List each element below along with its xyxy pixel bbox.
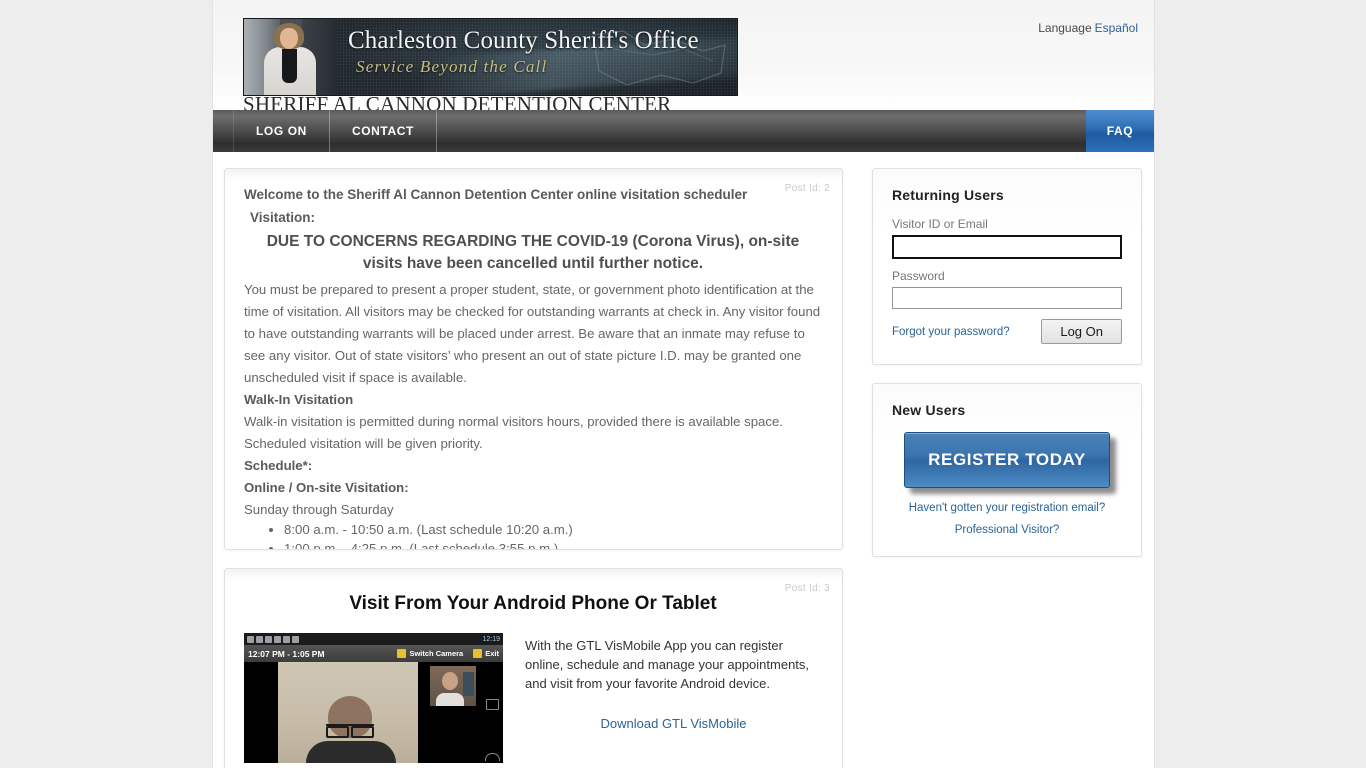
- phone-status-icons: [247, 635, 299, 643]
- password-label: Password: [892, 269, 945, 283]
- schedule-heading: Schedule*:: [244, 458, 313, 474]
- schedule-slot-list: 8:00 a.m. - 10:50 a.m. (Last schedule 10…: [244, 521, 822, 549]
- phone-video-area: [244, 662, 503, 763]
- exit-label: Exit: [485, 649, 499, 658]
- self-view-window: [463, 672, 474, 696]
- new-users-panel: New Users REGISTER TODAY Haven't gotten …: [872, 383, 1142, 557]
- returning-users-title: Returning Users: [892, 187, 1004, 203]
- post-id-label-3: Post Id: 3: [784, 583, 830, 594]
- page-container: Charleston County Sheriff's Office Servi…: [213, 0, 1154, 768]
- phone-action-buttons: Switch Camera Exit: [397, 649, 499, 658]
- sidebar-column: Returning Users Visitor ID or Email Pass…: [872, 168, 1142, 575]
- dnd-icon: [274, 635, 281, 643]
- body-columns: Post Id: 2 Welcome to the Sheriff Al Can…: [213, 152, 1154, 768]
- welcome-heading: Welcome to the Sheriff Al Cannon Detenti…: [244, 187, 748, 202]
- post-welcome-body: Welcome to the Sheriff Al Cannon Detenti…: [225, 181, 842, 549]
- phone-clock: 12:19: [482, 635, 500, 643]
- nav-item-contact[interactable]: CONTACT: [330, 110, 437, 152]
- android-copy-column: With the GTL VisMobile App you can regis…: [525, 633, 822, 731]
- password-input[interactable]: [892, 287, 1122, 309]
- language-label: Language: [1038, 21, 1092, 35]
- phone-session-bar: 12:07 PM - 1:05 PM Switch Camera Exit: [244, 645, 503, 662]
- android-post-columns: 12:19 12:07 PM - 1:05 PM Switch Camera E…: [244, 633, 822, 763]
- main-content-column: Post Id: 2 Welcome to the Sheriff Al Can…: [224, 168, 843, 768]
- camera-icon: [397, 649, 407, 658]
- new-users-title: New Users: [892, 402, 966, 418]
- forgot-password-link[interactable]: Forgot your password?: [892, 326, 1010, 338]
- exit-icon: [473, 649, 483, 658]
- nav-item-log-on[interactable]: LOG ON: [233, 110, 330, 152]
- phone-self-view: [429, 665, 477, 707]
- language-selector: Language Español: [1038, 21, 1138, 35]
- switch-camera-button: Switch Camera: [397, 649, 463, 658]
- agency-banner-image: Charleston County Sheriff's Office Servi…: [243, 18, 738, 96]
- registration-email-link[interactable]: Haven't gotten your registration email?: [892, 502, 1122, 514]
- download-vismobile-link[interactable]: Download GTL VisMobile: [525, 716, 822, 731]
- list-item: 8:00 a.m. - 10:50 a.m. (Last schedule 10…: [284, 521, 822, 540]
- returning-users-panel: Returning Users Visitor ID or Email Pass…: [872, 168, 1142, 365]
- login-actions-row: Forgot your password? Log On: [892, 319, 1122, 344]
- android-post-title: Visit From Your Android Phone Or Tablet: [349, 593, 717, 614]
- schedule-days: Sunday through Saturday: [244, 502, 394, 518]
- visitor-id-label: Visitor ID or Email: [892, 217, 988, 231]
- log-on-button[interactable]: Log On: [1041, 319, 1122, 344]
- walkin-visitation-text: Walk-in visitation is permitted during n…: [244, 414, 783, 452]
- post-android-panel: Post Id: 3 Visit From Your Android Phone…: [224, 568, 843, 768]
- visitor-id-input[interactable]: [892, 235, 1122, 259]
- self-view-torso: [436, 693, 464, 706]
- remote-person-shoulders: [306, 741, 396, 763]
- identification-paragraph: You must be prepared to present a proper…: [244, 281, 821, 386]
- portrait-face: [280, 28, 298, 49]
- register-today-button[interactable]: REGISTER TODAY: [904, 432, 1110, 488]
- sheriff-portrait-photo: [244, 19, 336, 95]
- panel-top-fade: [225, 569, 842, 581]
- register-button-wrap: REGISTER TODAY: [892, 432, 1122, 488]
- sim-icon: [247, 635, 254, 643]
- switch-camera-label: Switch Camera: [409, 649, 464, 658]
- post-welcome-panel: Post Id: 2 Welcome to the Sheriff Al Can…: [224, 168, 843, 550]
- phone-session-range: 12:07 PM - 1:05 PM: [248, 648, 325, 659]
- banner-title: Charleston County Sheriff's Office: [348, 27, 699, 54]
- android-description: With the GTL VisMobile App you can regis…: [525, 638, 810, 691]
- phone-status-bar: 12:19: [244, 633, 503, 645]
- nav-item-faq[interactable]: FAQ: [1086, 110, 1154, 152]
- screenshot-icon: [283, 635, 290, 643]
- online-onsite-heading: Online / On-site Visitation:: [244, 480, 409, 496]
- exit-button: Exit: [473, 649, 499, 658]
- image-icon: [256, 635, 263, 643]
- visitation-subheading: Visitation:: [250, 209, 316, 225]
- list-item: 1:00 p.m. - 4:25 p.m. (Last schedule 3:5…: [284, 540, 822, 549]
- post-id-label-2: Post Id: 2: [784, 183, 830, 194]
- walkin-visitation-heading: Walk-In Visitation: [244, 392, 354, 408]
- sync-icon: [265, 635, 272, 643]
- covid-notice: DUE TO CONCERNS REGARDING THE COVID-19 (…: [266, 232, 800, 272]
- phone-nav-strip: [481, 691, 503, 763]
- professional-visitor-link[interactable]: Professional Visitor?: [892, 524, 1122, 536]
- language-link-espanol[interactable]: Español: [1095, 21, 1138, 35]
- self-view-face: [442, 672, 458, 690]
- post-android-body: Visit From Your Android Phone Or Tablet: [225, 581, 842, 768]
- home-icon: [485, 753, 500, 761]
- banner-tagline: Service Beyond the Call: [356, 57, 548, 76]
- site-header: Charleston County Sheriff's Office Servi…: [213, 0, 1154, 116]
- remote-person-glasses: [326, 724, 374, 738]
- upload-icon: [292, 635, 299, 643]
- main-navigation: LOG ON CONTACT FAQ: [213, 110, 1154, 152]
- viewport: Charleston County Sheriff's Office Servi…: [0, 0, 1366, 768]
- portrait-shirt: [282, 49, 297, 83]
- android-app-screenshot: 12:19 12:07 PM - 1:05 PM Switch Camera E…: [244, 633, 503, 763]
- recents-icon: [486, 699, 499, 710]
- panel-top-fade: [225, 169, 842, 181]
- phone-remote-video: [278, 662, 418, 763]
